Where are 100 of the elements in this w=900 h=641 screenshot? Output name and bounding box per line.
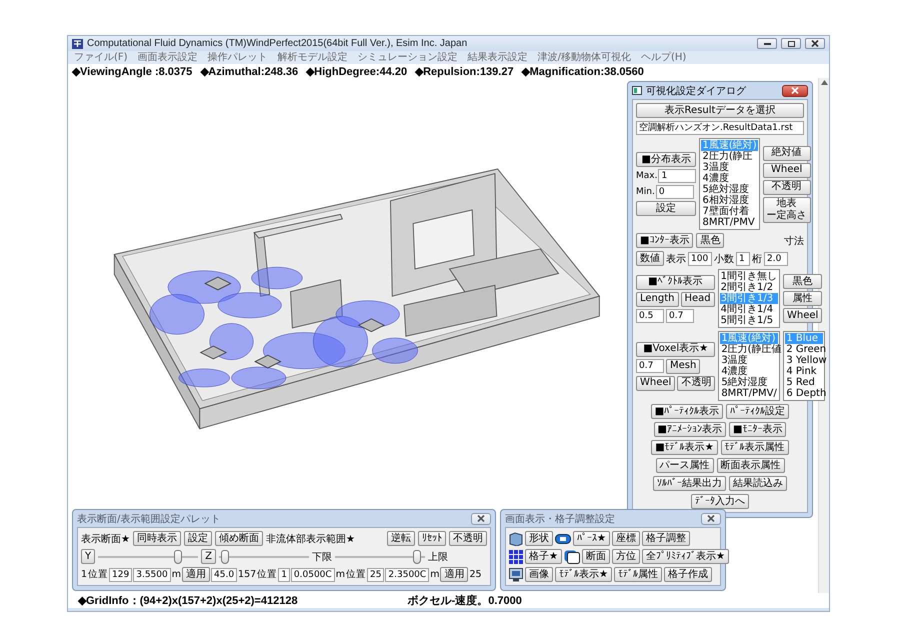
value-field[interactable]: 129	[109, 568, 132, 582]
palette-button[interactable]: 格子調整	[642, 531, 690, 546]
min-field[interactable]: 0	[656, 185, 694, 199]
palette-button[interactable]: 断面	[582, 549, 610, 564]
value-field[interactable]: 1	[278, 568, 290, 582]
menu-item[interactable]: シミュレーション設定	[358, 52, 458, 64]
palette-button[interactable]: 形状	[525, 531, 553, 546]
value-field[interactable]: 3.5500	[133, 568, 171, 582]
value-field[interactable]: 2.3500C	[385, 568, 430, 582]
list-item[interactable]: 2圧力(静圧	[701, 151, 758, 162]
list-box[interactable]: 1風速(絶対) 2圧力(静圧 3温度 4濃度 5絶対湿度 6相対湿度 7壁面付着 8MRT/PMV	[699, 138, 760, 230]
list-item[interactable]: 7壁面付着	[701, 206, 758, 217]
length-field[interactable]: 0.5	[636, 308, 664, 322]
palette-button[interactable]: 画像	[525, 567, 553, 582]
dialog-button[interactable]: ﾊﾟｰﾃｨｸﾙ設定	[726, 404, 790, 419]
dialog-button[interactable]: ■ﾓﾆﾀｰ表示	[729, 422, 786, 437]
value-field[interactable]: 25	[366, 568, 384, 582]
list-item[interactable]: 8MRT/PMV	[701, 217, 758, 228]
list-item[interactable]: 5間引き1/5	[720, 315, 778, 326]
list-item[interactable]: 5 Red	[785, 377, 824, 388]
list-item[interactable]: 5絶対湿度	[701, 184, 758, 195]
dialog-button[interactable]: ﾓﾃﾞﾙ表示属性	[720, 440, 789, 455]
menu-item[interactable]: 解析モデル設定	[278, 52, 348, 64]
menu-item[interactable]: 操作パレット	[208, 52, 268, 64]
mesh-button[interactable]: Mesh	[666, 358, 700, 374]
list-item[interactable]: 4濃度	[701, 173, 758, 184]
size-field[interactable]: 2.0	[764, 252, 788, 266]
file-field[interactable]: 空調解析ハンズオン.ResultData1.rst	[636, 121, 804, 135]
menu-item[interactable]: 画面表示設定	[138, 52, 198, 64]
list-item[interactable]: 2 Green	[785, 344, 824, 355]
opacity-button[interactable]: 不透明	[677, 376, 716, 390]
toggle-button[interactable]: ■Voxel表示★	[636, 342, 716, 356]
dialog-button[interactable]: ｿﾙﾊﾞｰ結果出力	[653, 476, 726, 491]
head-field[interactable]: 0.7	[666, 308, 694, 322]
max-field[interactable]: 1	[658, 169, 696, 183]
list-item[interactable]: 4濃度	[720, 366, 778, 377]
palette-button[interactable]: ﾓﾃﾞﾙ表示★	[555, 567, 612, 582]
toggle-button[interactable]: ■分布表示	[636, 152, 696, 167]
select-result-button[interactable]: 表示Resultデータを選択	[636, 103, 804, 118]
length-button[interactable]: Length	[636, 292, 678, 306]
menu-item[interactable]: 結果表示設定	[468, 52, 528, 64]
dialog-button[interactable]: 結果読込み	[729, 476, 787, 491]
palette-button[interactable]: 方位	[612, 549, 640, 564]
apply-button[interactable]: 適用	[182, 567, 210, 582]
dialog-button[interactable]: 断面表示属性	[716, 458, 784, 473]
dialog-button[interactable]: ﾃﾞｰﾀ入力へ	[691, 494, 749, 509]
list-item[interactable]: 8MRT/PMV/	[720, 388, 778, 399]
option-button[interactable]: 地表ー定高さ	[762, 196, 811, 222]
option-button[interactable]: 不透明	[762, 180, 811, 194]
palette-button[interactable]: 不透明	[449, 531, 487, 546]
display-field[interactable]: 100	[688, 252, 712, 266]
toggle-button[interactable]: ■ｺﾝﾀｰ表示	[636, 233, 694, 248]
palette-button[interactable]: 格子★	[525, 549, 562, 564]
axis-button[interactable]: Y	[81, 549, 96, 564]
list-box[interactable]: 1間引き無し 2間引き1/2 3間引き1/3 4間引き1/4 5間引き1/5	[718, 269, 780, 328]
head-button[interactable]: Head	[680, 292, 715, 306]
list-box[interactable]: 1風速(絶対) 2圧力(静圧値 3温度 4濃度 5絶対湿度 8MRT/PMV/	[718, 331, 780, 401]
palette-button[interactable]: 同時表示	[132, 531, 181, 546]
toggle-button[interactable]: ■ﾍﾞｸﾄﾙ表示	[636, 274, 715, 290]
palette-button[interactable]: 逆転	[387, 531, 415, 546]
palette-button[interactable]: 格子作成	[664, 567, 712, 582]
palette-button[interactable]: 座標	[612, 531, 640, 546]
value-button[interactable]: 数値	[636, 251, 664, 266]
menu-item[interactable]: ヘルプ(H)	[640, 52, 686, 64]
list-box[interactable]: 1 Blue 2 Green 3 Yellow 4 Pink 5 Red 6 Depth	[783, 331, 826, 401]
apply-button[interactable]: 適用	[440, 567, 468, 582]
palette-button[interactable]: ﾘｾｯﾄ	[418, 531, 446, 546]
list-item[interactable]: 2間引き1/2	[720, 282, 778, 293]
voxel-field[interactable]: 0.7	[636, 359, 664, 373]
menu-item[interactable]: 津波/移動物体可視化	[538, 52, 631, 64]
dialog-button[interactable]: パース属性	[656, 458, 714, 473]
list-item[interactable]: 6 Depth	[785, 388, 824, 399]
wheel-button[interactable]: Wheel	[636, 376, 676, 390]
dialog-button[interactable]: ■ﾊﾟｰﾃｨｸﾙ表示	[650, 404, 724, 419]
option-button[interactable]: 黒色	[783, 274, 822, 289]
option-button[interactable]: Wheel	[762, 162, 811, 178]
option-button[interactable]: 属性	[783, 291, 822, 306]
dialog-button[interactable]: ■ﾓﾃﾞﾙ表示★	[651, 440, 718, 455]
list-item[interactable]: 5絶対湿度	[720, 377, 778, 388]
palette-button[interactable]: ﾓﾃﾞﾙ属性	[614, 567, 662, 582]
list-item[interactable]: 4 Pink	[785, 366, 824, 377]
palette-button[interactable]: ﾊﾟｰｽ★	[573, 531, 610, 546]
palette-button[interactable]: 傾め断面	[214, 531, 263, 546]
option-button[interactable]: Wheel	[783, 308, 822, 323]
set-button[interactable]: 設定	[636, 201, 696, 216]
menu-item[interactable]: ファイル(F)	[74, 52, 128, 64]
palette-button[interactable]: 設定	[184, 531, 212, 546]
palette-button[interactable]: 全ﾌﾟﾘﾐﾃｨﾌﾞ表示★	[642, 549, 729, 564]
list-item[interactable]: 3温度	[701, 162, 758, 173]
decimal-field[interactable]: 1	[736, 252, 750, 266]
value-field[interactable]: 45.0	[211, 568, 238, 582]
value-field[interactable]: 0.0500C	[290, 568, 335, 582]
list-item[interactable]: 3温度	[720, 355, 778, 366]
option-button[interactable]: 絶対値	[762, 146, 811, 160]
list-item[interactable]: 6相対湿度	[701, 195, 758, 206]
dialog-button[interactable]: ■ｱﾆﾒｰｼｮﾝ表示	[654, 422, 726, 437]
axis-button[interactable]: Z	[201, 549, 216, 564]
list-item[interactable]: 4間引き1/4	[720, 304, 778, 315]
color-button[interactable]: 黒色	[696, 233, 724, 248]
list-item[interactable]: 1間引き無し	[720, 271, 778, 282]
